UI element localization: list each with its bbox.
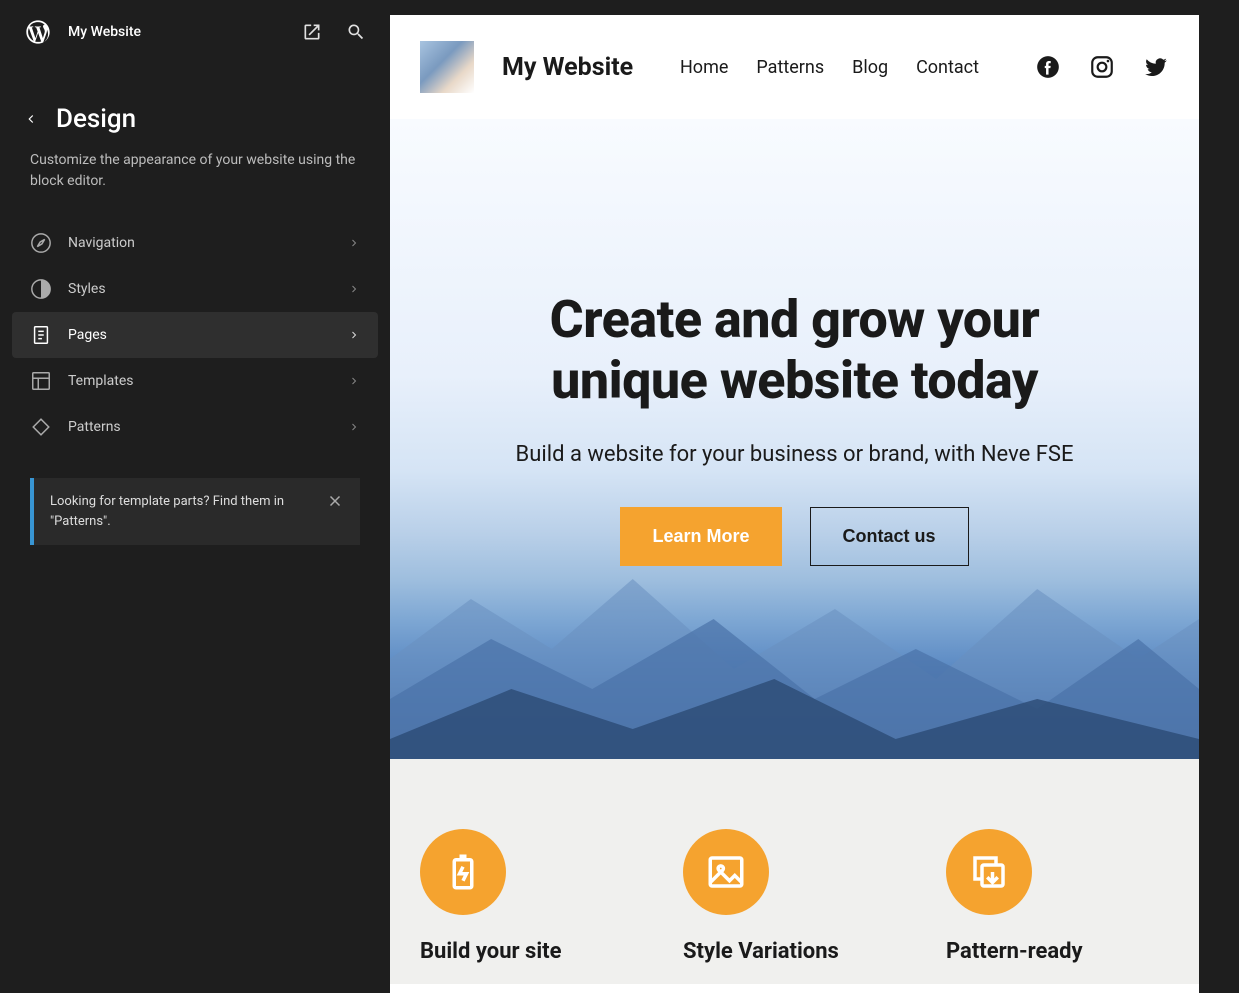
chevron-right-icon <box>348 329 360 341</box>
sidebar-item-patterns[interactable]: Patterns <box>12 404 378 450</box>
image-icon <box>683 829 769 915</box>
search-icon[interactable] <box>346 22 366 42</box>
section-title: Design <box>56 104 136 134</box>
nav-label: Styles <box>68 281 332 297</box>
nav-label: Navigation <box>68 235 332 251</box>
contrast-icon <box>30 278 52 300</box>
feature-build: Build your site <box>420 829 643 964</box>
feature-title: Pattern-ready <box>946 939 1169 964</box>
back-chevron-icon[interactable] <box>24 112 38 126</box>
external-link-icon[interactable] <box>302 22 322 42</box>
design-nav-list: Navigation Styles Pages Templates Patter… <box>0 220 390 450</box>
hero-section: Create and grow your unique website toda… <box>390 119 1199 759</box>
chevron-right-icon <box>348 237 360 249</box>
preview-header: My Website Home Patterns Blog Contact <box>390 15 1199 119</box>
page-icon <box>30 324 52 346</box>
nav-link-home[interactable]: Home <box>680 57 728 78</box>
feature-title: Build your site <box>420 939 643 964</box>
chevron-right-icon <box>348 375 360 387</box>
nav-link-patterns[interactable]: Patterns <box>756 57 824 78</box>
instagram-icon[interactable] <box>1089 54 1115 80</box>
section-description: Customize the appearance of your website… <box>0 146 390 220</box>
facebook-icon[interactable] <box>1035 54 1061 80</box>
site-preview[interactable]: My Website Home Patterns Blog Contact Cr… <box>390 15 1199 993</box>
copy-icon <box>946 829 1032 915</box>
diamond-icon <box>30 416 52 438</box>
nav-link-blog[interactable]: Blog <box>852 57 888 78</box>
feature-style: Style Variations <box>683 829 906 964</box>
sidebar-site-name[interactable]: My Website <box>68 24 286 40</box>
notice-text: Looking for template parts? Find them in… <box>50 492 314 531</box>
nav-label: Patterns <box>68 419 332 435</box>
mountains-illustration-icon <box>390 539 1199 759</box>
preview-nav: Home Patterns Blog Contact <box>680 57 979 78</box>
feature-title: Style Variations <box>683 939 906 964</box>
site-logo-icon[interactable] <box>420 41 474 93</box>
template-parts-notice: Looking for template parts? Find them in… <box>30 478 360 545</box>
chevron-right-icon <box>348 421 360 433</box>
layout-icon <box>30 370 52 392</box>
preview-site-title[interactable]: My Website <box>502 53 652 82</box>
close-icon[interactable] <box>326 492 344 510</box>
wordpress-logo-icon[interactable] <box>24 18 52 46</box>
nav-link-contact[interactable]: Contact <box>916 57 979 78</box>
hero-heading: Create and grow your unique website toda… <box>550 289 1040 412</box>
sidebar-item-pages[interactable]: Pages <box>12 312 378 358</box>
features-row: Build your site Style Variations Pattern… <box>390 759 1199 984</box>
feature-pattern: Pattern-ready <box>946 829 1169 964</box>
sidebar-item-navigation[interactable]: Navigation <box>12 220 378 266</box>
chevron-right-icon <box>348 283 360 295</box>
nav-label: Pages <box>68 327 332 343</box>
contact-us-button[interactable]: Contact us <box>810 507 969 566</box>
nav-label: Templates <box>68 373 332 389</box>
learn-more-button[interactable]: Learn More <box>620 507 781 566</box>
hero-subtitle: Build a website for your business or bra… <box>516 442 1074 467</box>
twitter-icon[interactable] <box>1143 54 1169 80</box>
compass-icon <box>30 232 52 254</box>
sidebar-item-templates[interactable]: Templates <box>12 358 378 404</box>
battery-icon <box>420 829 506 915</box>
sidebar-item-styles[interactable]: Styles <box>12 266 378 312</box>
